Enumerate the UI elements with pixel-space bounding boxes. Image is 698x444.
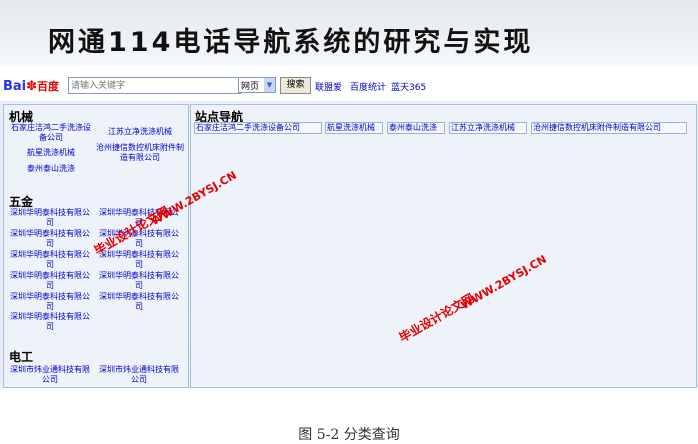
logo-cn: 百度 — [37, 80, 60, 93]
category-title-electrical: 电工 — [9, 350, 34, 364]
search-scope-value: 网页 — [241, 82, 260, 92]
category-item[interactable]: 深圳华明泰科技有限公司 — [7, 292, 93, 312]
link-union[interactable]: 联盟爱 — [315, 80, 342, 93]
search-scope-select[interactable]: 网页 ▼ — [238, 77, 276, 93]
banner-title: 网通114电话导航系统的研究与实现 — [48, 27, 534, 58]
category-item[interactable]: 深圳华明泰科技有限公司 — [7, 208, 93, 228]
link-lantian[interactable]: 蓝天365 — [391, 80, 426, 93]
paw-icon: ✽ — [26, 79, 38, 94]
category-item[interactable]: 深圳市炜业通科技有限公司 — [96, 365, 182, 385]
site-nav-item[interactable]: 江苏立净洗涤机械 — [449, 122, 527, 134]
site-nav-row: 石家庄洁鸿二手洗涤设备公司 航星洗涤机械 泰州泰山洗涤 江苏立净洗涤机械 沧州捷… — [194, 122, 691, 134]
category-item[interactable]: 江苏立净洗涤机械 — [96, 127, 184, 137]
header-banner: 网通114电话导航系统的研究与实现 — [0, 0, 698, 66]
search-input[interactable] — [68, 77, 241, 94]
category-item[interactable]: 深圳华明泰科技有限公司 — [7, 271, 93, 291]
category-item[interactable]: 深圳市炜业通科技有限公司 — [7, 365, 93, 385]
site-nav-item[interactable]: 沧州捷信数控机床附件制造有限公司 — [531, 122, 687, 134]
site-nav-panel: 站点导航 石家庄洁鸿二手洗涤设备公司 航星洗涤机械 泰州泰山洗涤 江苏立净洗涤机… — [190, 104, 697, 388]
category-item[interactable]: 航星洗涤机械 — [8, 148, 94, 158]
site-nav-item[interactable]: 泰州泰山洗涤 — [387, 122, 445, 134]
baidu-logo[interactable]: Bai✽百度 — [3, 78, 59, 94]
category-item[interactable]: 深圳华明泰科技有限公司 — [96, 271, 182, 291]
category-item[interactable]: 泰州泰山洗涤 — [8, 164, 94, 174]
category-item[interactable]: 深圳华明泰科技有限公司 — [96, 292, 182, 312]
logo-text: Bai — [3, 79, 27, 94]
search-button[interactable]: 搜索 — [280, 77, 311, 94]
chevron-down-icon[interactable]: ▼ — [264, 78, 275, 92]
site-nav-item[interactable]: 航星洗涤机械 — [325, 122, 383, 134]
category-item[interactable]: 深圳华明泰科技有限公司 — [7, 250, 93, 270]
category-item[interactable]: 石家庄洁鸿二手洗涤设备公司 — [8, 123, 94, 143]
figure-caption: 图 5-2 分类查询 — [298, 427, 400, 443]
site-nav-item[interactable]: 石家庄洁鸿二手洗涤设备公司 — [194, 122, 322, 134]
category-item[interactable]: 深圳华明泰科技有限公司 — [7, 229, 93, 249]
category-item[interactable]: 深圳华明泰科技有限公司 — [7, 312, 93, 332]
category-item[interactable]: 沧州捷信数控机床附件制造有限公司 — [94, 143, 186, 163]
link-stats[interactable]: 百度统计 — [350, 80, 386, 93]
